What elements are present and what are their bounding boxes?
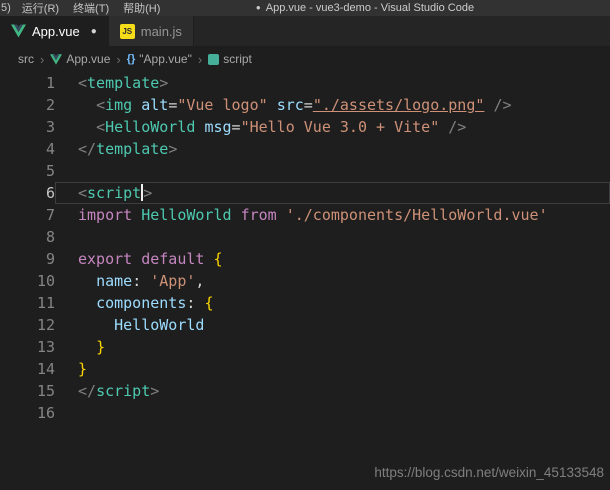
tab-bar: App.vue ● JS main.js bbox=[0, 16, 610, 46]
code-line[interactable]: 5 bbox=[0, 160, 610, 182]
code-line[interactable]: 12 HelloWorld bbox=[0, 314, 610, 336]
code-line[interactable]: 4</template> bbox=[0, 138, 610, 160]
breadcrumb-label: "App.vue" bbox=[139, 52, 192, 66]
modified-dot-icon[interactable]: ● bbox=[91, 26, 97, 37]
line-number: 1 bbox=[0, 72, 55, 94]
code-line[interactable]: 9export default { bbox=[0, 248, 610, 270]
line-number: 14 bbox=[0, 358, 55, 380]
breadcrumb-document-symbol[interactable]: {} "App.vue" bbox=[127, 52, 192, 66]
menu-run[interactable]: 运行(R) bbox=[15, 0, 66, 16]
line-number: 15 bbox=[0, 380, 55, 402]
breadcrumb-script[interactable]: script bbox=[208, 52, 252, 66]
chevron-right-icon: › bbox=[39, 52, 45, 67]
line-number: 2 bbox=[0, 94, 55, 116]
line-number: 13 bbox=[0, 336, 55, 358]
symbol-module-icon bbox=[208, 54, 219, 65]
window-title-text: App.vue - vue3-demo - Visual Studio Code bbox=[266, 2, 474, 14]
breadcrumb: src › App.vue › {} "App.vue" › script bbox=[0, 46, 610, 72]
breadcrumb-src[interactable]: src bbox=[18, 52, 34, 66]
tab-main-js[interactable]: JS main.js bbox=[109, 16, 194, 46]
line-number: 8 bbox=[0, 226, 55, 248]
tab-label: App.vue bbox=[32, 24, 80, 39]
code-line-content[interactable]: components: { bbox=[55, 292, 610, 314]
tab-app-vue[interactable]: App.vue ● bbox=[0, 16, 109, 46]
code-line-content[interactable]: <HelloWorld msg="Hello Vue 3.0 + Vite" /… bbox=[55, 116, 610, 138]
code-line-content[interactable] bbox=[55, 402, 610, 424]
line-number: 9 bbox=[0, 248, 55, 270]
code-line-content[interactable] bbox=[55, 226, 610, 248]
line-number: 10 bbox=[0, 270, 55, 292]
code-line[interactable]: 2 <img alt="Vue logo" src="./assets/logo… bbox=[0, 94, 610, 116]
code-line-content[interactable]: name: 'App', bbox=[55, 270, 610, 292]
code-line[interactable]: 14} bbox=[0, 358, 610, 380]
code-line-content[interactable]: </script> bbox=[55, 380, 610, 402]
code-line-content[interactable]: <img alt="Vue logo" src="./assets/logo.p… bbox=[55, 94, 610, 116]
chevron-right-icon: › bbox=[115, 52, 121, 67]
line-number: 5 bbox=[0, 160, 55, 182]
title-modified-dot-icon: ● bbox=[256, 3, 261, 12]
editor-lines: 1<template>2 <img alt="Vue logo" src="./… bbox=[0, 72, 610, 424]
code-line-content[interactable]: <template> bbox=[55, 72, 610, 94]
chevron-right-icon: › bbox=[197, 52, 203, 67]
code-line-content[interactable]: import HelloWorld from './components/Hel… bbox=[55, 204, 610, 226]
line-number: 4 bbox=[0, 138, 55, 160]
window-title: ● App.vue - vue3-demo - Visual Studio Cod… bbox=[120, 2, 610, 14]
breadcrumb-label: App.vue bbox=[66, 52, 110, 66]
line-number: 12 bbox=[0, 314, 55, 336]
line-number: 16 bbox=[0, 402, 55, 424]
breadcrumb-label: script bbox=[223, 52, 252, 66]
menu-help[interactable]: 帮助(H) bbox=[116, 0, 167, 16]
code-line-content[interactable]: export default { bbox=[55, 248, 610, 270]
js-file-icon: JS bbox=[120, 24, 135, 39]
line-number: 3 bbox=[0, 116, 55, 138]
code-line-content[interactable] bbox=[55, 160, 610, 182]
line-number: 11 bbox=[0, 292, 55, 314]
line-number: 6 bbox=[0, 182, 55, 204]
code-line-content[interactable]: </template> bbox=[55, 138, 610, 160]
code-line[interactable]: 1<template> bbox=[0, 72, 610, 94]
breadcrumb-app-vue[interactable]: App.vue bbox=[50, 52, 110, 66]
code-line[interactable]: 13 } bbox=[0, 336, 610, 358]
line-number: 7 bbox=[0, 204, 55, 226]
tab-label: main.js bbox=[141, 24, 182, 39]
vue-logo-icon bbox=[50, 54, 62, 65]
code-line-content[interactable]: } bbox=[55, 358, 610, 380]
code-line[interactable]: 6<script> bbox=[0, 182, 610, 204]
code-line[interactable]: 16 bbox=[0, 402, 610, 424]
code-line[interactable]: 10 name: 'App', bbox=[0, 270, 610, 292]
code-line-content[interactable]: } bbox=[55, 336, 610, 358]
titlebar: 5) 运行(R) 终端(T) 帮助(H) ● App.vue - vue3-dem… bbox=[0, 0, 610, 16]
editor[interactable]: 1<template>2 <img alt="Vue logo" src="./… bbox=[0, 72, 610, 490]
code-line[interactable]: 11 components: { bbox=[0, 292, 610, 314]
code-line-content[interactable]: <script> bbox=[55, 182, 610, 204]
code-line[interactable]: 15</script> bbox=[0, 380, 610, 402]
menu-bar: 5) 运行(R) 终端(T) 帮助(H) bbox=[0, 0, 167, 16]
code-line[interactable]: 3 <HelloWorld msg="Hello Vue 3.0 + Vite"… bbox=[0, 116, 610, 138]
vue-logo-icon bbox=[11, 24, 26, 38]
menu-terminal[interactable]: 终端(T) bbox=[66, 0, 116, 16]
code-line[interactable]: 7import HelloWorld from './components/He… bbox=[0, 204, 610, 226]
code-line[interactable]: 8 bbox=[0, 226, 610, 248]
braces-icon: {} bbox=[127, 53, 136, 65]
code-line-content[interactable]: HelloWorld bbox=[55, 314, 610, 336]
menu-partial: 5) bbox=[0, 2, 15, 14]
